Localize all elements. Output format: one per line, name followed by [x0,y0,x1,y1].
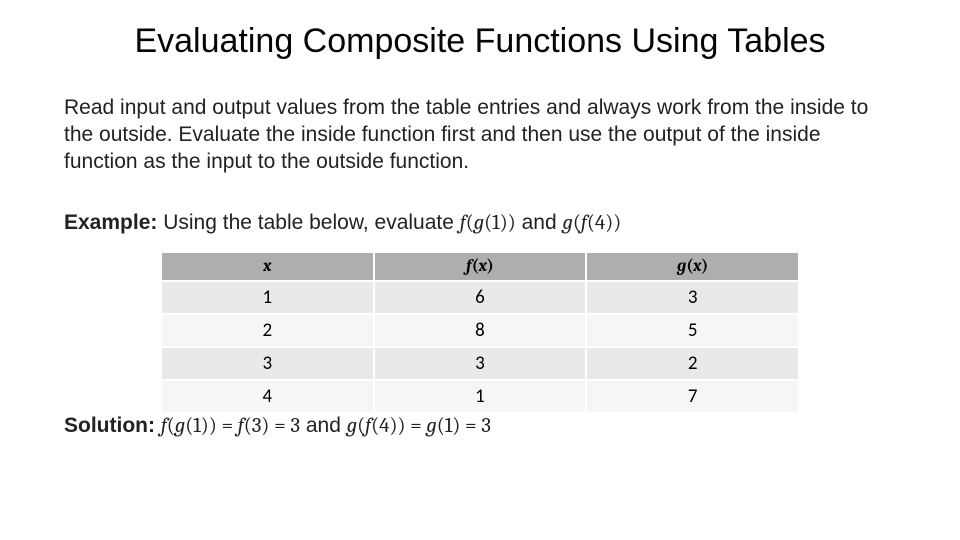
cell-fx: 6 [374,281,587,314]
math-arg: (1) [185,414,209,438]
math-paren: ( [357,414,365,438]
cell-x: 2 [161,314,374,347]
col-header-gx: g(x) [586,252,799,281]
solution-joiner: and [300,414,347,437]
cell-gx: 7 [586,380,799,413]
header-paren: ) [701,257,708,276]
math-g: g [563,211,573,235]
math-paren: ) [209,414,217,438]
math-g: g [426,414,436,438]
function-table: x f(x) g(x) 1 6 3 2 8 5 3 3 [160,251,800,414]
math-paren: ) [508,211,516,235]
math-arg: (1) [437,414,461,438]
math-arg: (1) [484,211,508,235]
header-paren: ) [487,257,494,276]
math-eq: = [406,414,427,438]
instruction-text: Read input and output values from the ta… [64,95,896,176]
math-g: g [474,211,484,235]
math-paren: ( [167,414,175,438]
cell-x: 1 [161,281,374,314]
header-var: x [479,257,487,276]
cell-gx: 3 [586,281,799,314]
example-lead: Using the table below, evaluate [157,211,459,234]
solution-label: Solution: [64,414,155,437]
example-line: Example: Using the table below, evaluate… [64,211,896,235]
data-table: x f(x) g(x) 1 6 3 2 8 5 3 3 [160,251,800,414]
math-arg: (4) [371,414,397,438]
table-row: 1 6 3 [161,281,799,314]
math-eq: = 3 [460,414,491,438]
table-row: 2 8 5 [161,314,799,347]
table-header-row: x f(x) g(x) [161,252,799,281]
cell-gx: 2 [586,347,799,380]
math-paren: ) [613,211,621,235]
math-eq: = 3 [269,414,300,438]
example-label: Example: [64,211,157,234]
slide: Evaluating Composite Functions Using Tab… [0,0,960,540]
header-paren: ( [472,257,479,276]
math-paren: ( [573,211,581,235]
col-header-x: x [161,252,374,281]
example-joiner: and [516,211,563,234]
math-arg: (4) [587,211,613,235]
table-row: 4 1 7 [161,380,799,413]
cell-x: 3 [161,347,374,380]
cell-fx: 3 [374,347,587,380]
math-arg: (3) [244,414,270,438]
page-title: Evaluating Composite Functions Using Tab… [0,22,960,61]
header-g: g [677,257,686,276]
solution-line: Solution: f(g(1)) = f(3) = 3 and g(f(4))… [64,414,896,438]
math-g: g [347,414,357,438]
cell-fx: 8 [374,314,587,347]
math-paren: ) [397,414,405,438]
col-header-fx: f(x) [374,252,587,281]
math-eq: = [217,414,238,438]
header-var: x [263,257,271,276]
math-g: g [175,414,185,438]
cell-fx: 1 [374,380,587,413]
cell-gx: 5 [586,314,799,347]
cell-x: 4 [161,380,374,413]
math-paren: ( [466,211,474,235]
table-row: 3 3 2 [161,347,799,380]
